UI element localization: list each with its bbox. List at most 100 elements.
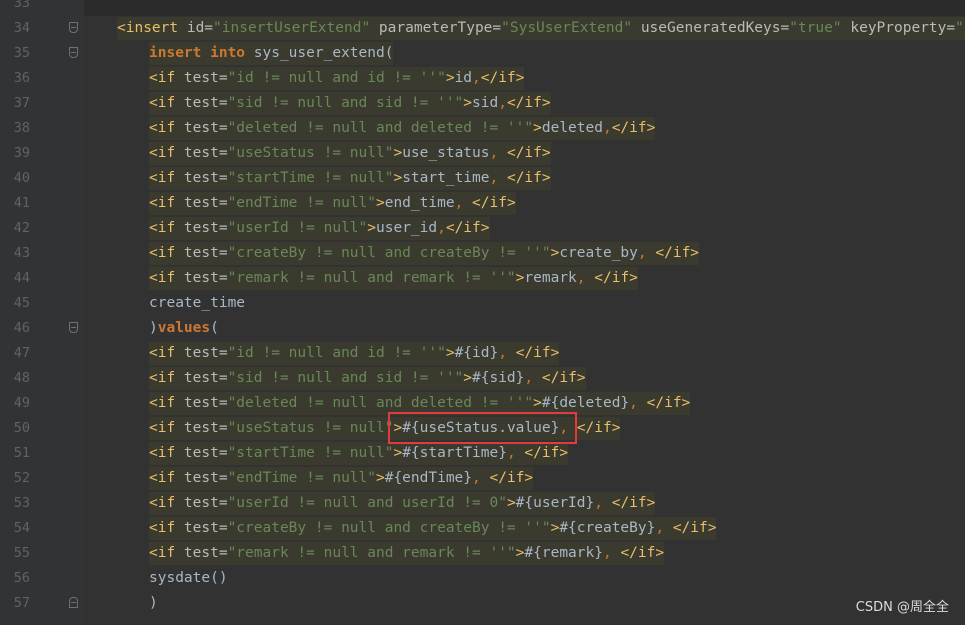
code-token: "useStatus != null" [227,420,394,436]
code-token: "userId != null" [227,220,368,236]
code-token: "userId != null and userId != 0" [227,495,507,511]
code-line[interactable]: 40 <if test="startTime != null">start_tim… [0,166,965,191]
code-line[interactable]: 35 insert into sys_user_extend( [0,41,965,66]
code-token: create_time [149,295,246,311]
code-token: , [594,495,612,511]
code-text: <if test="id != null and id != ''">#{id}… [149,342,560,365]
code-text: <if test="userId != null and userId != 0… [149,492,656,515]
line-number: 49 [13,395,30,411]
code-token: <if [149,395,184,411]
code-token: </if> [611,120,656,136]
code-line[interactable]: 51 <if test="startTime != null">#{startTi… [0,441,965,466]
code-line[interactable]: 39 <if test="useStatus != null">use_statu… [0,141,965,166]
code-token: , [524,370,542,386]
code-token: test= [183,395,228,411]
code-token: </if> [489,470,534,486]
fold-marker-icon[interactable] [69,47,78,58]
code-line[interactable]: 37 <if test="sid != null and sid != ''">s… [0,91,965,116]
code-token: #{startTime} [402,445,507,461]
code-token: test= [183,195,228,211]
code-line[interactable]: 42 <if test="userId != null">user_id,</if… [0,216,965,241]
line-number: 55 [13,545,30,561]
line-number: 47 [13,345,30,361]
code-token: </if> [576,420,621,436]
code-token: <if [149,220,184,236]
code-token: keyProperty= [841,20,956,36]
code-line[interactable]: 54 <if test="createBy != null and createB… [0,516,965,541]
code-token: test= [183,120,228,136]
code-line[interactable]: 47 <if test="id != null and id != ''">#{i… [0,341,965,366]
line-number: 38 [13,120,30,136]
code-token: , [602,545,621,561]
code-text: <if test="startTime != null">start_time,… [149,167,551,190]
code-line[interactable]: 52 <if test="endTime != null">#{endTime},… [0,466,965,491]
code-text: create_time [149,292,245,315]
code-token: test= [183,445,228,461]
code-token: #{sid} [472,370,525,386]
code-token: </if> [506,170,551,186]
code-token: "endTime != null" [227,470,376,486]
code-token: , [655,520,673,536]
code-token: "deleted != null and deleted != ''" [227,395,534,411]
code-token: <if [149,70,184,86]
code-token: </if> [480,70,525,86]
code-token: > [463,370,473,386]
code-text: <insert id="insertUserExtend" parameterT… [117,17,965,40]
code-text: <if test="deleted != null and deleted !=… [149,117,656,140]
code-text: <if test="sid != null and sid != ''">#{s… [149,367,586,390]
code-token: </if> [672,520,717,536]
code-token: , [576,270,595,286]
code-line[interactable]: 56 sysdate() [0,566,965,591]
code-line[interactable]: 53 <if test="userId != null and userId !=… [0,491,965,516]
code-text: )values( [149,317,219,340]
code-token: test= [183,495,228,511]
code-token: </if> [620,545,665,561]
code-token: ( [210,320,219,336]
fold-marker-icon[interactable] [69,597,78,608]
code-token: > [445,345,455,361]
watermark: CSDN @周全全 [855,600,949,615]
code-token: </if> [506,145,551,161]
code-token: #{userId} [515,495,595,511]
code-token: test= [183,245,228,261]
code-token: <if [149,420,184,436]
code-line[interactable]: 33 [0,0,965,16]
code-token: </if> [506,95,551,111]
line-number: 43 [13,245,30,261]
code-token: > [533,120,542,136]
code-line[interactable]: 55 <if test="remark != null and remark !=… [0,541,965,566]
code-line[interactable]: 41 <if test="endTime != null">end_time, <… [0,191,965,216]
fold-marker-icon[interactable] [69,22,78,33]
code-text: <if test="sid != null and sid != ''">sid… [149,92,551,115]
line-number: 50 [13,420,30,436]
code-text: <if test="createBy != null and createBy … [149,242,700,265]
code-line[interactable]: 45 create_time [0,291,965,316]
code-line[interactable]: 43 <if test="createBy != null and createB… [0,241,965,266]
line-number: 51 [13,445,30,461]
code-token: > [393,445,403,461]
line-number: 53 [13,495,30,511]
code-text: sysdate() [149,567,228,590]
code-line[interactable]: 38 <if test="deleted != null and deleted … [0,116,965,141]
code-token: test= [183,95,228,111]
code-token: > [445,70,455,86]
code-editor[interactable]: 33 34 <insert id="insertUserExtend" parame… [0,0,965,625]
code-token: <if [149,495,184,511]
code-line[interactable]: 48 <if test="sid != null and sid != ''">#… [0,366,965,391]
code-token: <if [149,195,184,211]
fold-marker-icon[interactable] [69,322,78,333]
code-line[interactable]: 46)values( [0,316,965,341]
code-token: "startTime != null" [227,445,394,461]
code-token: </if> [646,395,691,411]
code-line[interactable]: 34 <insert id="insertUserExtend" paramete… [0,16,965,41]
code-line[interactable]: 36 <if test="id != null and id != ''">id,… [0,66,965,91]
code-token: "startTime != null" [227,170,394,186]
code-token: id [454,70,473,86]
code-line[interactable]: 44 <if test="remark != null and remark !=… [0,266,965,291]
code-token: useGeneratedKeys= [632,20,790,36]
code-line[interactable]: 57) [0,591,965,616]
highlight-annotation-box [388,412,578,444]
code-token: , [506,445,525,461]
code-token: "sid != null and sid != ''" [227,95,464,111]
code-text: <if test="endTime != null">end_time, </i… [149,192,516,215]
